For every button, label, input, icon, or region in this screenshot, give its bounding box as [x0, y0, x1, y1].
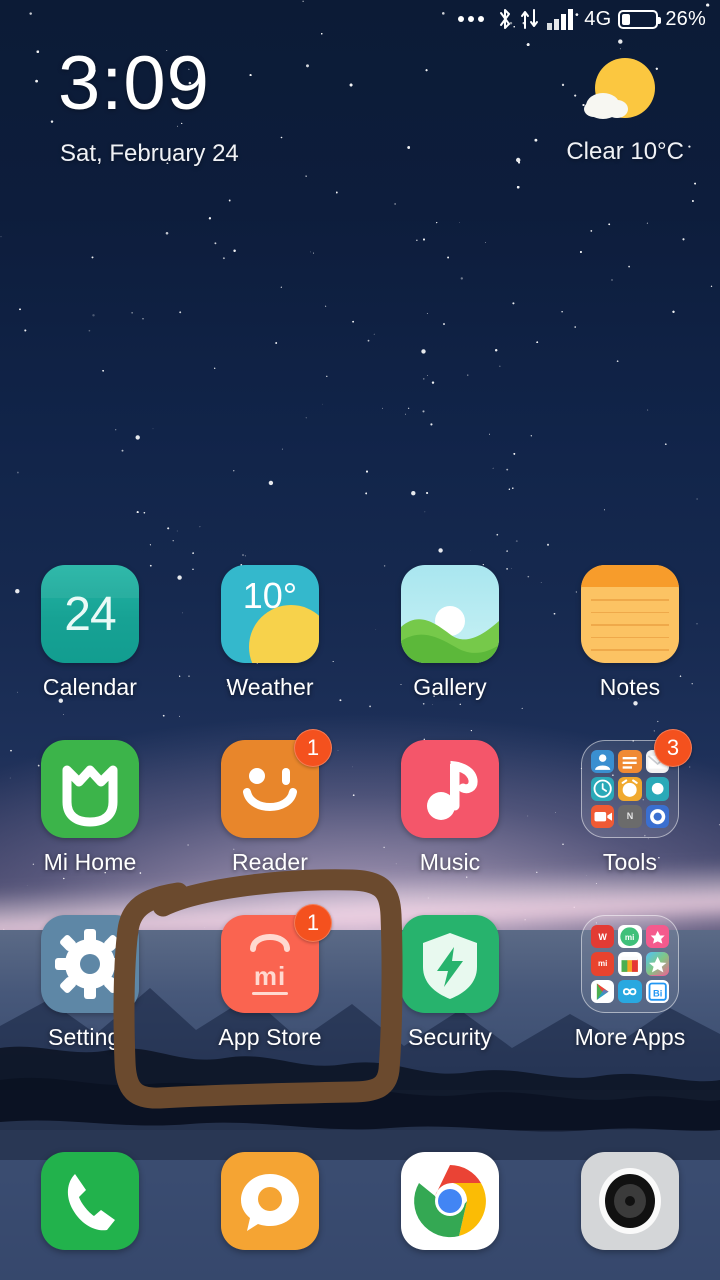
app-notes[interactable]: Notes — [540, 565, 720, 740]
badge-tools: 3 — [654, 729, 692, 767]
mi-home-icon-wrap[interactable] — [41, 740, 139, 838]
bluetooth-icon — [497, 7, 513, 31]
svg-text:Bi: Bi — [653, 988, 662, 998]
compass-icon[interactable] — [645, 777, 669, 801]
mi-chat-icon[interactable]: mi — [618, 925, 642, 949]
app-label-tools: Tools — [602, 849, 658, 875]
sun-behind-cloud-icon[interactable] — [577, 56, 661, 128]
app-store-mi-logo: mi — [253, 961, 287, 991]
app-label-mi-home: Mi Home — [43, 849, 137, 875]
weather-icon[interactable]: 10° — [221, 565, 319, 663]
gallery-icon[interactable] — [401, 565, 499, 663]
music-icon[interactable] — [401, 740, 499, 838]
app-label-more-apps: More Apps — [574, 1024, 686, 1050]
camera-icon[interactable] — [581, 1152, 679, 1250]
badge-app-store: 1 — [294, 904, 332, 942]
phone-icon[interactable] — [41, 1152, 139, 1250]
app-row-1: 24 Calendar 10° Weather Gallery Notes — [0, 565, 720, 740]
app-label-music: Music — [419, 849, 481, 875]
play-store-icon[interactable] — [591, 979, 615, 1003]
home-screen: 4G 26% 3:09 Sat, February 24 Clear 10°C — [0, 0, 720, 1280]
browser-icon[interactable] — [645, 804, 669, 828]
clock-icon[interactable] — [591, 777, 615, 801]
settings-icon[interactable] — [41, 915, 139, 1013]
weather-condition-label[interactable]: Clear 10°C — [566, 138, 684, 166]
more-apps-folder-wrap[interactable]: Wmi mi Bi — [581, 915, 679, 1013]
app-security[interactable]: Security — [360, 915, 540, 1090]
app-label-calendar: Calendar — [42, 674, 138, 700]
app-row-3: Settings mi 1 App Store Security W mi mi… — [0, 904, 720, 1090]
clock-date[interactable]: Sat, February 24 — [60, 140, 239, 168]
weather-temp-on-icon: 10° — [242, 575, 298, 616]
app-settings[interactable]: Settings — [0, 915, 180, 1090]
app-app-store[interactable]: mi 1 App Store — [180, 904, 360, 1090]
app-gallery[interactable]: Gallery — [360, 565, 540, 740]
clock-time[interactable]: 3:09 — [58, 46, 210, 122]
calendar-icon-wrap[interactable]: 24 — [41, 565, 139, 663]
app-reader[interactable]: 1 Reader — [180, 729, 360, 915]
bi-app-icon[interactable]: Bi — [645, 979, 669, 1003]
contacts-icon[interactable] — [591, 750, 615, 774]
dock-item-phone[interactable] — [0, 1152, 180, 1250]
network-type-label: 4G — [584, 7, 612, 30]
tools-folder-wrap[interactable]: N 3 — [581, 729, 692, 838]
app-label-app-store: App Store — [218, 1024, 322, 1050]
app-label-gallery: Gallery — [413, 674, 487, 700]
badge-reader: 1 — [294, 729, 332, 767]
app-mi-home[interactable]: Mi Home — [0, 740, 180, 915]
status-bar[interactable]: 4G 26% — [0, 0, 720, 38]
app-label-weather: Weather — [226, 674, 314, 700]
app-tools-folder[interactable]: N 3 Tools — [540, 729, 720, 915]
star-gallery-icon[interactable] — [645, 952, 669, 976]
notes-icon[interactable] — [581, 565, 679, 663]
dock — [0, 1152, 720, 1250]
svg-text:mi: mi — [625, 933, 635, 942]
notes-icon[interactable] — [618, 750, 642, 774]
reader-icon-wrap[interactable]: 1 — [221, 729, 332, 838]
gallery-icon-wrap[interactable] — [401, 565, 499, 663]
data-transfer-icon — [520, 8, 540, 30]
notes-n-icon[interactable]: N — [618, 804, 642, 828]
infinity-icon[interactable] — [618, 979, 642, 1003]
app-weather[interactable]: 10° Weather — [180, 565, 360, 740]
dock-item-chrome[interactable] — [360, 1152, 540, 1250]
security-icon-wrap[interactable] — [401, 915, 499, 1013]
clock-weather-widget[interactable]: 3:09 Sat, February 24 Clear 10°C — [0, 38, 720, 173]
dock-item-camera[interactable] — [540, 1152, 720, 1250]
app-more-apps-folder[interactable]: Wmi mi Bi More Apps — [540, 915, 720, 1090]
calendar-icon[interactable]: 24 — [41, 565, 139, 663]
pink-app-icon[interactable] — [645, 925, 669, 949]
mi-store-icon[interactable] — [618, 952, 642, 976]
settings-icon-wrap[interactable] — [41, 915, 139, 1013]
app-grid: 24 Calendar 10° Weather Gallery Notes Mi… — [0, 565, 720, 1090]
weather-icon-wrap[interactable]: 10° — [221, 565, 319, 663]
signal-bars-icon — [547, 8, 577, 30]
mi-icon[interactable]: mi — [591, 952, 615, 976]
music-icon-wrap[interactable] — [401, 740, 499, 838]
wps-office-icon[interactable]: W — [591, 925, 615, 949]
app-music[interactable]: Music — [360, 740, 540, 915]
app-label-settings: Settings — [48, 1024, 132, 1050]
battery-percent-label: 26% — [665, 7, 706, 30]
notes-icon-wrap[interactable] — [581, 565, 679, 663]
security-icon[interactable] — [401, 915, 499, 1013]
dock-item-messaging[interactable] — [180, 1152, 360, 1250]
app-store-icon-wrap[interactable]: mi 1 — [221, 904, 332, 1013]
more-apps-folder[interactable]: Wmi mi Bi — [581, 915, 679, 1013]
app-label-notes: Notes — [599, 674, 661, 700]
mi-home-icon[interactable] — [41, 740, 139, 838]
chrome-icon[interactable] — [401, 1152, 499, 1250]
app-label-reader: Reader — [231, 849, 309, 875]
app-label-security: Security — [408, 1024, 492, 1050]
alarm-icon[interactable] — [618, 777, 642, 801]
battery-icon — [618, 9, 662, 29]
calendar-day-number: 24 — [64, 587, 116, 641]
more-notifications-icon — [458, 16, 485, 22]
messaging-icon[interactable] — [221, 1152, 319, 1250]
app-calendar[interactable]: 24 Calendar — [0, 565, 180, 740]
app-row-2: Mi Home 1 Reader Music N 3 Tools — [0, 729, 720, 915]
video-recorder-icon[interactable] — [591, 804, 615, 828]
